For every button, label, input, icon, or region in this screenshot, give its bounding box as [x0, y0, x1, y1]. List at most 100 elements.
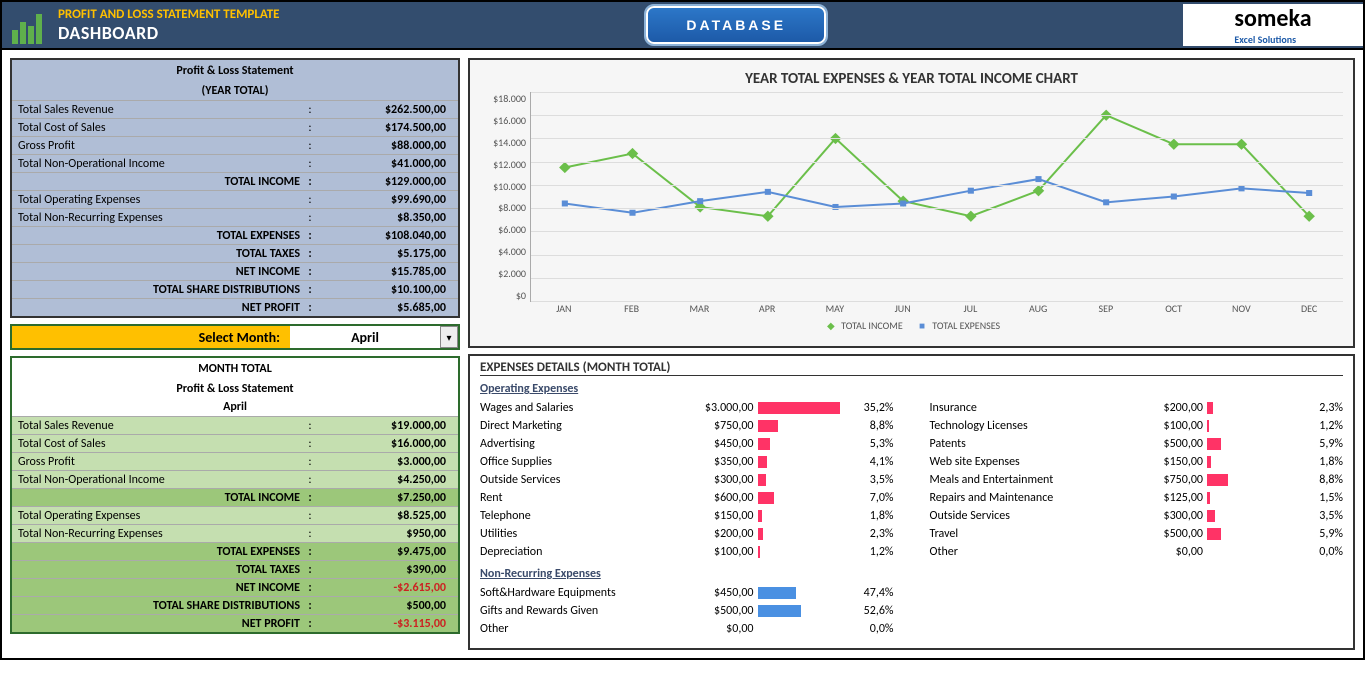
pl-value: $950,00 — [318, 527, 458, 541]
expense-pct: 1,5% — [1293, 491, 1343, 505]
pl-label: TOTAL EXPENSES — [12, 229, 302, 243]
pl-row: Total Operating Expenses:$99.690,00 — [12, 190, 458, 208]
pl-row: Total Sales Revenue:$262.500,00 — [12, 100, 458, 118]
expense-value: $600,00 — [674, 491, 754, 505]
pl-value: $5.685,00 — [318, 301, 458, 315]
expense-bar — [754, 420, 844, 432]
legend-income: TOTAL INCOME — [841, 319, 903, 332]
pl-value: $5.175,00 — [318, 247, 458, 261]
pl-label: TOTAL TAXES — [12, 247, 302, 261]
pl-label: TOTAL SHARE DISTRIBUTIONS — [12, 599, 302, 613]
expense-bar — [754, 587, 844, 599]
expense-label: Direct Marketing — [480, 419, 674, 433]
expense-bar — [754, 474, 844, 486]
expense-value: $500,00 — [1123, 527, 1203, 541]
expense-row: Insurance$200,002,3% — [930, 399, 1344, 417]
expense-label: Depreciation — [480, 545, 674, 559]
year-pl-panel: Profit & Loss Statement (YEAR TOTAL) Tot… — [10, 58, 460, 318]
pl-label: Total Non-Recurring Expenses — [12, 527, 302, 541]
pl-row: TOTAL TAXES:$390,00 — [12, 560, 458, 578]
pl-value: $108.040,00 — [318, 229, 458, 243]
expense-row: Other$0,000,0% — [480, 620, 894, 638]
month-pl-panel: MONTH TOTAL Profit & Loss Statement Apri… — [10, 356, 460, 634]
title-main: PROFIT AND LOSS STATEMENT TEMPLATE — [58, 7, 279, 22]
operating-expenses-hdr: Operating Expenses — [480, 376, 1343, 399]
select-month-value[interactable]: April — [290, 326, 440, 348]
pl-value: $88.000,00 — [318, 139, 458, 153]
expense-value: $3.000,00 — [674, 401, 754, 415]
year-pl-rows: Total Sales Revenue:$262.500,00Total Cos… — [12, 100, 458, 316]
chart-yaxis: $18.000$16.000$14.000$12.000$10.000$8.00… — [480, 92, 530, 302]
pl-row: NET INCOME:$15.785,00 — [12, 262, 458, 280]
pl-value: $8.525,00 — [318, 509, 458, 523]
pl-label: NET INCOME — [12, 265, 302, 279]
expense-bar — [1203, 420, 1293, 432]
expense-value: $750,00 — [674, 419, 754, 433]
right-column: YEAR TOTAL EXPENSES & YEAR TOTAL INCOME … — [468, 58, 1355, 650]
pl-row: NET PROFIT:$5.685,00 — [12, 298, 458, 316]
brand-logo: someka Excel Solutions — [1183, 4, 1363, 46]
expense-label: Advertising — [480, 437, 674, 451]
header: PROFIT AND LOSS STATEMENT TEMPLATE DASHB… — [2, 2, 1363, 50]
nr-col-empty — [930, 584, 1344, 638]
pl-value: $262.500,00 — [318, 103, 458, 117]
expense-row: Outside Services$300,003,5% — [480, 471, 894, 489]
expense-value: $150,00 — [674, 509, 754, 523]
pl-value: $174.500,00 — [318, 121, 458, 135]
expenses-details-panel: EXPENSES DETAILS (MONTH TOTAL) Operating… — [468, 354, 1355, 650]
expense-pct: 5,9% — [1293, 527, 1343, 541]
expense-label: Travel — [930, 527, 1124, 541]
chart-plot-row: $18.000$16.000$14.000$12.000$10.000$8.00… — [480, 92, 1343, 302]
left-column: Profit & Loss Statement (YEAR TOTAL) Tot… — [10, 58, 460, 650]
pl-row: Total Sales Revenue:$19.000,00 — [12, 416, 458, 434]
expense-pct: 3,5% — [844, 473, 894, 487]
expense-pct: 1,8% — [844, 509, 894, 523]
pl-value: -$2.615,00 — [318, 581, 458, 595]
nonrecurring-expenses-hdr: Non-Recurring Expenses — [480, 561, 1343, 584]
expense-row: Direct Marketing$750,00 8,8% — [480, 417, 894, 435]
expense-row: Gifts and Rewards Given$500,0052,6% — [480, 602, 894, 620]
pl-row: Total Non-Operational Income:$41.000,00 — [12, 154, 458, 172]
pl-label: Total Sales Revenue — [12, 419, 302, 433]
pl-row: Total Cost of Sales:$174.500,00 — [12, 118, 458, 136]
header-titles: PROFIT AND LOSS STATEMENT TEMPLATE DASHB… — [58, 7, 279, 44]
chevron-down-icon[interactable]: ▾ — [440, 326, 458, 348]
pl-value: $7.250,00 — [318, 491, 458, 505]
expense-bar — [1203, 402, 1293, 414]
legend-marker-income: ◆ — [823, 319, 839, 332]
expense-row: Rent$600,00 7,0% — [480, 489, 894, 507]
pl-row: TOTAL TAXES:$5.175,00 — [12, 244, 458, 262]
header-left: PROFIT AND LOSS STATEMENT TEMPLATE DASHB… — [2, 2, 289, 48]
expense-label: Other — [930, 545, 1124, 559]
chart-icon — [12, 6, 50, 44]
expense-bar — [1203, 474, 1293, 486]
expense-label: Other — [480, 622, 674, 636]
app-frame: PROFIT AND LOSS STATEMENT TEMPLATE DASHB… — [0, 0, 1365, 660]
expense-pct: 8,8% — [1293, 473, 1343, 487]
pl-row: NET INCOME:-$2.615,00 — [12, 578, 458, 596]
pl-row: TOTAL INCOME:$7.250,00 — [12, 488, 458, 506]
expense-row: Outside Services$300,003,5% — [930, 507, 1344, 525]
expense-value: $450,00 — [674, 437, 754, 451]
expense-pct: 0,0% — [1293, 545, 1343, 559]
month-pl-hdr2: Profit & Loss Statement — [12, 380, 458, 398]
expense-row: Office Supplies$350,004,1% — [480, 453, 894, 471]
pl-label: TOTAL SHARE DISTRIBUTIONS — [12, 283, 302, 297]
expense-value: $200,00 — [1123, 401, 1203, 415]
expense-value: $0,00 — [674, 622, 754, 636]
expense-row: Utilities$200,002,3% — [480, 525, 894, 543]
expense-pct: 8,8% — [844, 419, 894, 433]
pl-label: NET PROFIT — [12, 617, 302, 631]
expense-row: Advertising$450,005,3% — [480, 435, 894, 453]
expense-row: Wages and Salaries$3.000,0035,2% — [480, 399, 894, 417]
pl-value: $10.100,00 — [318, 283, 458, 297]
expense-bar — [754, 510, 844, 522]
expense-pct: 7,0% — [844, 491, 894, 505]
pl-row: Total Non-Operational Income:$4.250,00 — [12, 470, 458, 488]
pl-value: $129.000,00 — [318, 175, 458, 189]
expense-label: Rent — [480, 491, 674, 505]
expense-row: Technology Licenses$100,001,2% — [930, 417, 1344, 435]
year-pl-hdr2: (YEAR TOTAL) — [12, 82, 458, 100]
header-center: DATABASE — [289, 6, 1183, 44]
database-button[interactable]: DATABASE — [646, 6, 826, 44]
